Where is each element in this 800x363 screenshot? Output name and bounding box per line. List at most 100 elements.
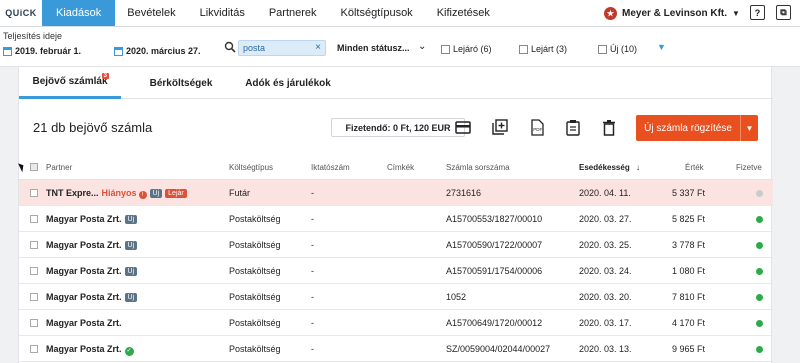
date-from-picker[interactable]: 2019. február 1. [3,46,81,56]
partner-name[interactable]: Magyar Posta Zrt. [46,318,122,328]
help-icon[interactable]: ? [750,5,765,20]
date-to-picker[interactable]: 2020. március 27. [114,46,201,56]
checkbox[interactable] [519,44,528,54]
col-file-no[interactable]: Iktatószám [311,163,350,172]
value-cell: 5 825 Ft [671,214,705,224]
warning-icon: ! [138,191,147,199]
row-checkbox[interactable] [30,267,38,275]
calendar-icon [114,46,123,56]
checkbox[interactable] [441,44,450,54]
clear-search-icon[interactable]: × [315,42,321,53]
nav-tab-likviditas[interactable]: Likviditás [188,0,257,26]
table-row[interactable]: Magyar Posta Zrt. Új Postaköltség - 1052 2020… [19,284,773,310]
add-multiple-icon[interactable] [492,119,508,136]
table-row[interactable]: Magyar Posta Zrt. Új Postaköltség - A1570055… [19,206,773,232]
invoice-no-cell: A15700649/1720/00012 [446,318,543,328]
new-invoice-button[interactable]: Új számla rögzítése ▼ [636,115,758,141]
table-row[interactable]: Magyar Posta Zrt. Új Postaköltség - A1570059… [19,258,773,284]
company-name: Meyer & Levinson Kft. [622,8,728,19]
file-no-cell: - [311,344,314,354]
row-checkbox[interactable] [30,345,38,353]
tab-bejovo-szamlak[interactable]: Bejövő számlák 3 [19,67,121,99]
due-badge: Lejár [165,189,187,198]
col-due-label: Esedékesség [579,163,630,172]
nav-tab-kiadasok[interactable]: Kiadások [42,0,116,26]
new-badge: Új [124,267,138,276]
table-row[interactable]: Magyar Posta Zrt. Új Postaköltség - A1570059… [19,232,773,258]
partner-name[interactable]: Magyar Posta Zrt. [46,266,122,276]
row-checkbox[interactable] [30,319,38,327]
col-cost-type[interactable]: Költségtípus [229,163,273,172]
row-checkbox[interactable] [30,215,38,223]
table-header: Partner Költségtípus Iktatószám Címkék S… [19,155,773,180]
due-date-cell: 2020. 03. 17. [579,318,632,328]
cost-type-cell: Postaköltség [229,318,281,328]
window-icon[interactable]: ⧉ [776,5,791,20]
filter-uj-label: Új (10) [610,44,638,54]
invoice-no-cell: SZ/0059004/02044/00027 [446,344,551,354]
invoice-panel: Bejövő számlák 3 Bérköltségek Adók és já… [18,67,773,363]
value-cell: 3 778 Ft [671,240,705,250]
row-checkbox[interactable] [30,241,38,249]
row-checkbox[interactable] [30,293,38,301]
filter-uj[interactable]: Új (10) [598,44,637,54]
trash-icon[interactable] [601,119,617,136]
row-checkbox[interactable] [30,189,38,197]
svg-text:PDF: PDF [533,127,542,132]
col-value[interactable]: Érték [685,163,704,172]
tab-berkoltsegek[interactable]: Bérköltségek [129,67,233,99]
partner-cell: TNT Expre... Hiányos! Új Lejár [46,188,187,199]
invoice-no-cell: 2731616 [446,188,482,198]
col-due[interactable]: Esedékesség ↓ [579,163,640,172]
col-labels[interactable]: Címkék [387,163,414,172]
file-no-cell: - [311,214,314,224]
page-title: 21 db bejövő számla [33,120,153,135]
partner-name[interactable]: TNT Expre... [46,188,99,198]
paid-status-icon [756,294,763,301]
due-date-cell: 2020. 03. 13. [579,344,632,354]
select-all-checkbox[interactable] [30,163,38,171]
chevron-down-icon[interactable]: ⌄ [418,41,426,52]
partner-name[interactable]: Magyar Posta Zrt. [46,240,122,250]
table-row[interactable]: Magyar Posta Zrt. ✓ Postaköltség - SZ/005900… [19,336,773,362]
checkbox[interactable] [598,44,607,54]
paid-status-icon [756,346,763,353]
filter-lejaro[interactable]: Lejáró (6) [441,44,492,54]
search-icon [224,41,236,53]
app-logo[interactable]: QUiCK [0,0,42,26]
nav-tab-kifizetesek[interactable]: Kifizetések [425,0,502,26]
partner-name[interactable]: Magyar Posta Zrt. [46,344,122,354]
search-input[interactable]: posta × [238,40,326,56]
filter-lejart[interactable]: Lejárt (3) [519,44,567,54]
chevron-down-icon[interactable]: ▼ [741,124,758,133]
status-select[interactable]: Minden státusz... [337,43,410,53]
table-row[interactable]: Magyar Posta Zrt. Postaköltség - A15700649/… [19,310,773,336]
more-filters-icon[interactable]: ▼ [657,42,666,52]
card-icon[interactable] [455,119,471,136]
nav-tab-bevetelek[interactable]: Bevételek [115,0,187,26]
file-no-cell: - [311,266,314,276]
pdf-icon[interactable]: PDF [529,119,545,136]
paid-status-icon [756,242,763,249]
clipboard-icon[interactable] [565,119,581,136]
cost-type-cell: Futár [229,188,251,198]
partner-name[interactable]: Magyar Posta Zrt. [46,214,122,224]
cost-type-cell: Postaköltség [229,292,281,302]
file-no-cell: - [311,188,314,198]
table-row[interactable]: TNT Expre... Hiányos! Új Lejár Futár - 2731616… [19,180,773,206]
file-no-cell: - [311,318,314,328]
new-badge: Új [124,241,138,250]
company-selector[interactable]: ★ Meyer & Levinson Kft. ▼ [604,0,740,27]
paid-status-icon [756,190,763,197]
due-date-cell: 2020. 03. 25. [579,240,632,250]
new-badge: Új [124,293,138,302]
col-invoice-no[interactable]: Számla sorszáma [446,163,510,172]
nav-tab-partnerek[interactable]: Partnerek [257,0,329,26]
col-partner[interactable]: Partner [46,163,72,172]
value-cell: 4 170 Ft [671,318,705,328]
partner-name[interactable]: Magyar Posta Zrt. [46,292,122,302]
col-paid[interactable]: Fizetve [736,163,762,172]
file-no-cell: - [311,292,314,302]
tab-adok-es-jarulekok[interactable]: Adók és járulékok [233,67,343,99]
nav-tab-koltsegtipusok[interactable]: Költségtípusok [329,0,425,26]
